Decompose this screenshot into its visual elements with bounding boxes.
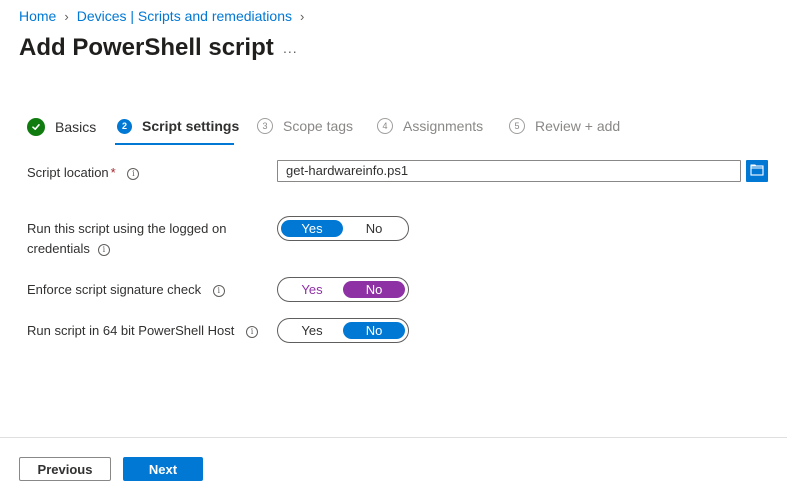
step-basics[interactable]: Basics	[27, 118, 96, 136]
step-label: Review + add	[535, 118, 621, 134]
next-button[interactable]: Next	[123, 457, 203, 481]
run-64bit-toggle: Yes No	[277, 318, 409, 343]
script-location-input[interactable]: get-hardwareinfo.ps1	[277, 160, 741, 182]
required-marker: *	[110, 165, 116, 180]
footer-divider	[0, 437, 787, 438]
step-script-settings[interactable]: 2 Script settings	[117, 118, 239, 134]
run-as-logged-on-label: Run this script using the logged on cred…	[27, 221, 227, 256]
checkmark-icon	[27, 118, 45, 136]
info-icon[interactable]: i	[246, 325, 258, 338]
step-number: 2	[117, 118, 132, 134]
add-powershell-script-page: Home › Devices | Scripts and remediation…	[0, 0, 787, 497]
step-review-add[interactable]: 5 Review + add	[509, 118, 620, 134]
breadcrumb-scripts-link[interactable]: Devices | Scripts and remediations	[77, 8, 292, 24]
enforce-signature-label: Enforce script signature check i	[27, 280, 225, 300]
toggle-yes-option[interactable]: Yes	[281, 281, 343, 298]
step-number: 3	[257, 118, 273, 134]
run-as-logged-on-toggle: Yes No	[277, 216, 409, 241]
info-icon[interactable]: i	[127, 167, 140, 180]
info-icon[interactable]: i	[212, 284, 225, 297]
step-label: Script settings	[142, 118, 240, 134]
active-step-indicator	[115, 143, 234, 145]
folder-icon	[750, 164, 764, 179]
chevron-right-icon: ›	[64, 8, 69, 24]
step-number: 5	[509, 118, 525, 134]
previous-button[interactable]: Previous	[19, 457, 111, 481]
page-title: Add PowerShell script	[19, 34, 274, 61]
breadcrumb-home-link[interactable]: Home	[19, 8, 56, 24]
info-icon[interactable]: i	[97, 243, 110, 256]
script-location-label: Script location * i	[27, 163, 140, 183]
step-scope-tags[interactable]: 3 Scope tags	[257, 118, 353, 134]
toggle-yes-option[interactable]: Yes	[281, 322, 343, 339]
toggle-yes-option[interactable]: Yes	[281, 220, 343, 237]
wizard-steps: Basics 2 Script settings 3 Scope tags 4 …	[0, 114, 787, 150]
step-number: 4	[377, 118, 393, 134]
enforce-signature-toggle: Yes No	[277, 277, 409, 302]
step-label: Basics	[55, 119, 97, 135]
step-label: Assignments	[403, 118, 484, 134]
more-options-icon[interactable]: ...	[283, 40, 298, 56]
run-64bit-label: Run script in 64 bit PowerShell Host i	[27, 321, 258, 341]
step-label: Scope tags	[283, 118, 354, 134]
breadcrumb: Home › Devices | Scripts and remediation…	[19, 8, 312, 24]
toggle-no-option[interactable]: No	[343, 220, 405, 237]
toggle-no-option[interactable]: No	[343, 322, 405, 339]
browse-file-button[interactable]	[746, 160, 768, 182]
chevron-right-icon: ›	[300, 8, 305, 24]
step-assignments[interactable]: 4 Assignments	[377, 118, 483, 134]
toggle-no-option[interactable]: No	[343, 281, 405, 298]
